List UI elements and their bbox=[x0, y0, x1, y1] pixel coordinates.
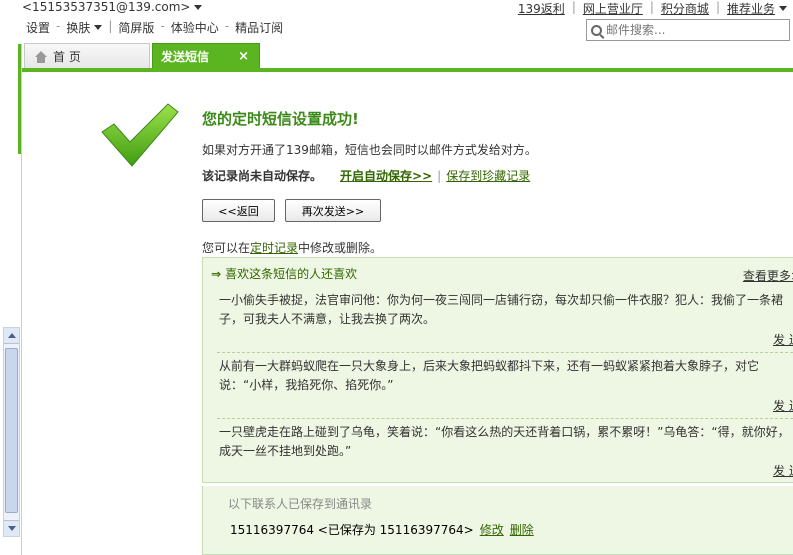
link-online-hall[interactable]: 网上营业厅 bbox=[583, 0, 643, 17]
back-button[interactable]: <<返回 bbox=[202, 199, 275, 222]
nav-subscriptions[interactable]: 精品订阅 bbox=[235, 19, 283, 36]
send-button[interactable]: 发送 bbox=[773, 331, 793, 348]
top-links: 139返利 | 网上营业厅 | 积分商城 | 推荐业务 bbox=[518, 0, 787, 17]
list-item: 一只壁虎走在路上碰到了乌龟，笑着说：“你看这么热的天还背着口锅，累不累呀！”乌龟… bbox=[219, 425, 790, 458]
contacts-header: 以下联系人已保存到通讯录 bbox=[228, 497, 373, 511]
edit-hint: 您可以在定时记录中修改或删除。 bbox=[202, 241, 383, 255]
view-more-link[interactable]: 查看更多>> bbox=[743, 267, 793, 284]
resend-button[interactable]: 再次发送>> bbox=[285, 199, 381, 222]
close-icon[interactable]: × bbox=[238, 49, 249, 64]
list-item: 一小偷失手被捉，法官审问他：你为何一夜三闯同一店铺行窃，每次却只偷一件衣服？犯人… bbox=[219, 293, 784, 326]
search-input[interactable] bbox=[606, 23, 776, 37]
scroll-up-icon[interactable] bbox=[4, 328, 19, 344]
saved-contacts-panel: 以下联系人已保存到通讯录 15116397764 <已保存为 151163977… bbox=[202, 486, 793, 555]
recommend-heading: ⇒ 喜欢这条短信的人还喜欢 bbox=[211, 266, 358, 282]
chevron-down-icon bbox=[194, 4, 203, 10]
success-description: 如果对方开通了139邮箱，短信也会同时以邮件方式发给对方。 bbox=[202, 143, 537, 157]
tab-bar: 首 页 发送短信 × bbox=[22, 43, 793, 69]
link-recommended-services[interactable]: 推荐业务 bbox=[727, 0, 775, 17]
search-icon bbox=[591, 24, 602, 36]
tab-send-sms[interactable]: 发送短信 × bbox=[152, 43, 260, 69]
nav-row: 设置 - 换肤 | 简屏版 - 体验中心 - 精品订阅 bbox=[26, 19, 284, 36]
link-points-mall[interactable]: 积分商城 bbox=[661, 0, 709, 17]
scheduled-records-link[interactable]: 定时记录 bbox=[250, 241, 298, 255]
nav-experience-center[interactable]: 体验中心 bbox=[171, 19, 219, 36]
left-panel bbox=[0, 44, 22, 555]
delete-contact-link[interactable]: 删除 bbox=[510, 521, 534, 538]
send-button[interactable]: 发送 bbox=[773, 397, 793, 414]
success-title: 您的定时短信设置成功! bbox=[202, 110, 359, 128]
top-bar: <15153537351@139.com> 139返利 | 网上营业厅 | 积分… bbox=[0, 0, 793, 44]
chevron-down-icon bbox=[94, 25, 103, 30]
tab-home[interactable]: 首 页 bbox=[24, 43, 150, 69]
mail-search[interactable] bbox=[586, 19, 790, 41]
chevron-down-icon bbox=[779, 6, 787, 11]
auto-save-link[interactable]: 开启自动保存>> bbox=[340, 167, 432, 184]
account-email[interactable]: <15153537351@139.com> bbox=[22, 0, 203, 14]
save-to-collection-link[interactable]: 保存到珍藏记录 bbox=[446, 167, 530, 184]
list-item: 从前有一大群蚂蚁爬在一只大象身上，后来大象把蚂蚁都抖下来，还有一蚂蚁紧紧抱着大象… bbox=[219, 359, 760, 392]
send-button[interactable]: 发送 bbox=[773, 462, 793, 479]
main-content: 您的定时短信设置成功! 如果对方开通了139邮箱，短信也会同时以邮件方式发给对方… bbox=[22, 72, 793, 555]
recommend-panel: ⇒ 喜欢这条短信的人还喜欢 查看更多>> 一小偷失手被捉，法官审问他：你为何一夜… bbox=[202, 257, 793, 483]
nav-settings[interactable]: 设置 bbox=[26, 19, 50, 36]
nav-skin[interactable]: 换肤 bbox=[66, 19, 103, 36]
edit-contact-link[interactable]: 修改 bbox=[480, 521, 504, 538]
scroll-down-icon[interactable] bbox=[4, 520, 19, 536]
contact-row: 15116397764 <已保存为 15116397764> 修改 删除 bbox=[230, 521, 534, 538]
arrow-right-icon: ⇒ bbox=[211, 266, 222, 281]
home-icon bbox=[35, 50, 47, 63]
scroll-thumb[interactable] bbox=[5, 348, 18, 513]
nav-simple-version[interactable]: 简屏版 bbox=[118, 19, 154, 36]
left-scrollbar[interactable] bbox=[3, 327, 20, 537]
link-139-rebate[interactable]: 139返利 bbox=[518, 0, 565, 17]
checkmark-icon bbox=[101, 103, 179, 167]
record-status: 该记录尚未自动保存。 开启自动保存>> | 保存到珍藏记录 bbox=[202, 167, 531, 184]
